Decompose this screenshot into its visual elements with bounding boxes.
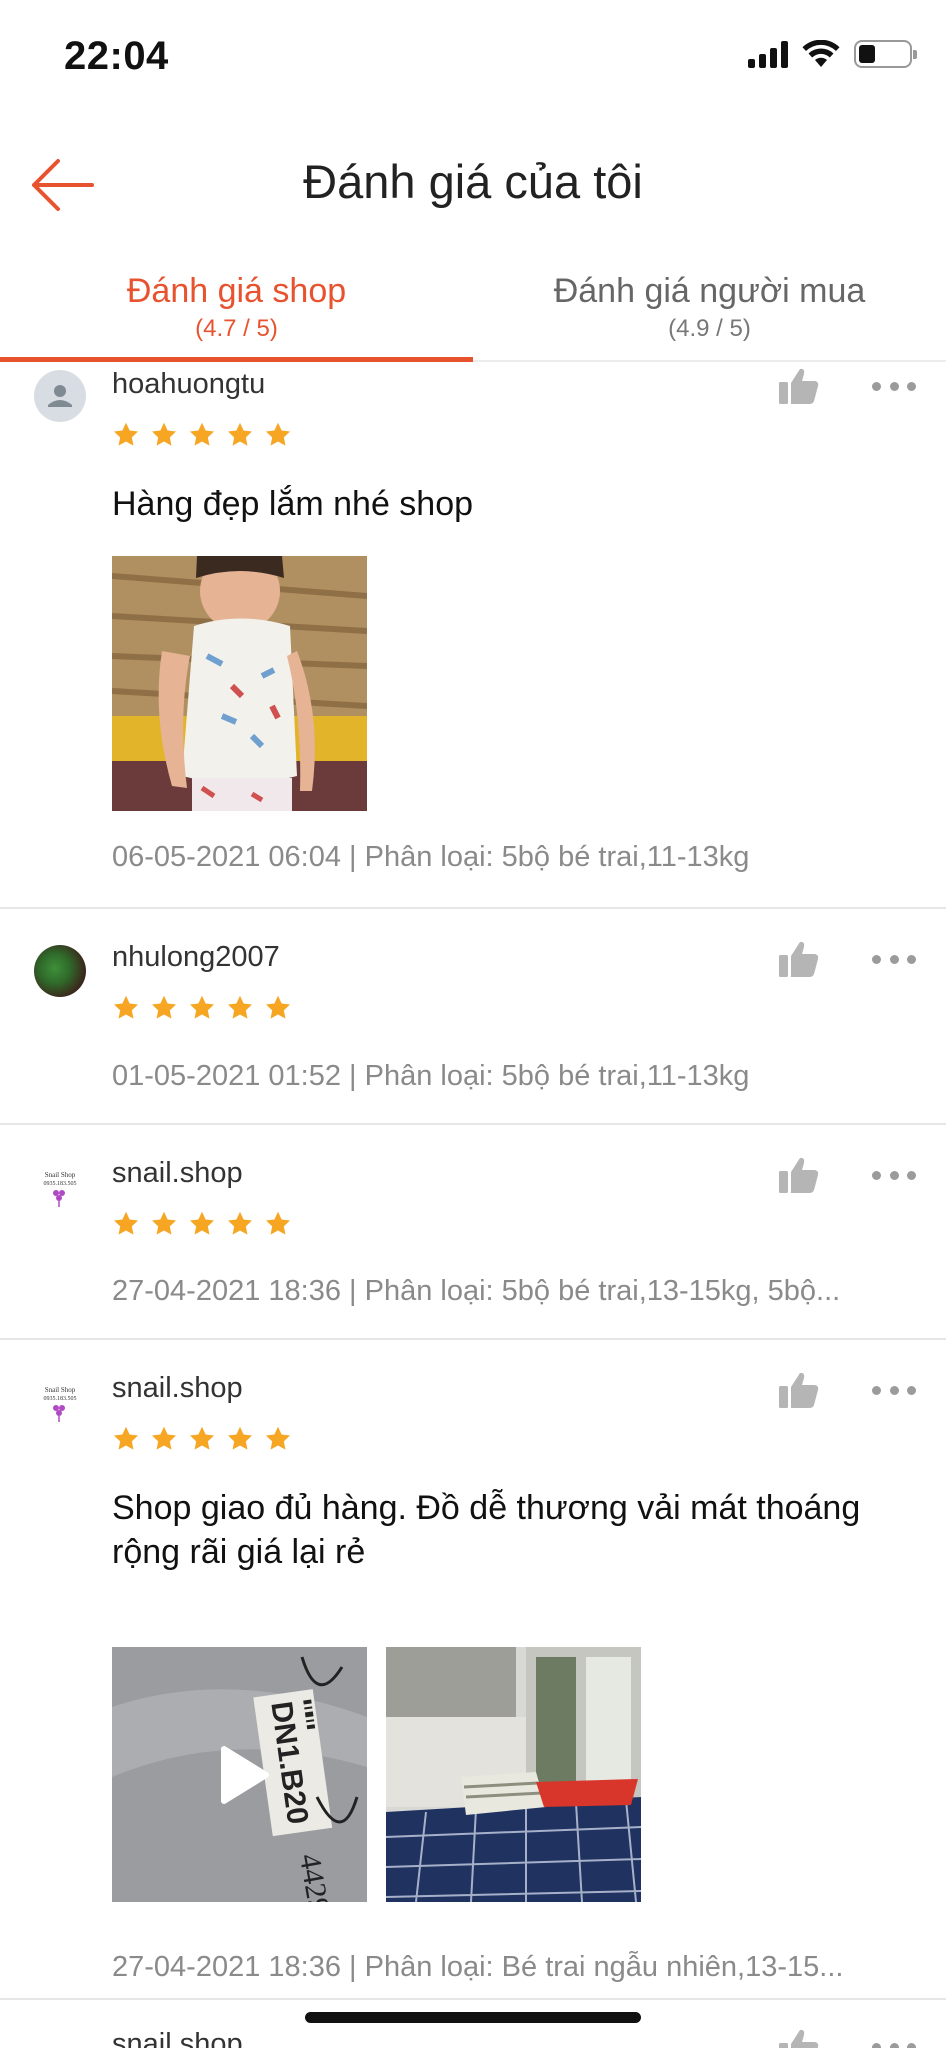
- more-options-button[interactable]: [872, 379, 916, 393]
- tab-score: (4.9 / 5): [668, 315, 751, 342]
- more-options-button[interactable]: [872, 1383, 916, 1397]
- star-icon: [151, 1211, 177, 1235]
- star-icon: [227, 995, 253, 1019]
- star-icon: [265, 995, 291, 1019]
- review-username[interactable]: nhulong2007: [112, 941, 280, 974]
- star-icon: [113, 1211, 139, 1235]
- tab-label: Đánh giá shop: [126, 272, 347, 310]
- thumbs-up-icon[interactable]: [778, 2028, 820, 2048]
- star-icon: [227, 1426, 253, 1450]
- review-meta: 01-05-2021 01:52 | Phân loại: 5bộ bé tra…: [112, 1060, 750, 1092]
- star-icon: [151, 1426, 177, 1450]
- avatar[interactable]: Snail Shop 0935.183.505: [34, 1167, 86, 1219]
- review-item: Snail Shop 0935.183.505 snail.shop 27-04…: [0, 1125, 946, 1340]
- more-options-button[interactable]: [872, 952, 916, 966]
- review-item: snail.shop: [0, 2000, 946, 2048]
- star-icon: [189, 1426, 215, 1450]
- svg-text:0935.183.505: 0935.183.505: [44, 1396, 77, 1402]
- review-comment: Shop giao đủ hàng. Đồ dễ thương vải mát …: [112, 1489, 861, 1571]
- thumbs-up-icon[interactable]: [778, 1371, 820, 1409]
- review-video[interactable]: DN1.B20 4429: [112, 1647, 367, 1902]
- review-meta: 27-04-2021 18:36 | Phân loại: 5bộ bé tra…: [112, 1275, 841, 1307]
- star-icon: [265, 1211, 291, 1235]
- star-icon: [113, 1426, 139, 1450]
- review-username[interactable]: snail.shop: [112, 1372, 243, 1405]
- home-indicator[interactable]: [305, 2012, 641, 2023]
- star-icon: [265, 1426, 291, 1450]
- svg-text:Snail Shop: Snail Shop: [45, 1171, 76, 1179]
- page-title: Đánh giá của tôi: [303, 155, 643, 208]
- tab-score: (4.7 / 5): [195, 315, 278, 342]
- tab-buyer-reviews[interactable]: Đánh giá người mua (4.9 / 5): [473, 262, 946, 360]
- star-icon: [189, 422, 215, 446]
- avatar[interactable]: [34, 370, 86, 422]
- review-item: hoahuongtu Hàng đẹp lắm nhé shop 06-05-2…: [0, 364, 946, 909]
- avatar[interactable]: Snail Shop 0935.183.505: [34, 1382, 86, 1434]
- star-icon: [227, 422, 253, 446]
- rating-stars: [112, 421, 292, 449]
- thumbs-up-icon[interactable]: [778, 367, 820, 405]
- review-username[interactable]: snail.shop: [112, 2028, 243, 2048]
- thumbs-up-icon[interactable]: [778, 940, 820, 978]
- avatar[interactable]: [34, 945, 86, 997]
- star-icon: [189, 995, 215, 1019]
- star-icon: [113, 995, 139, 1019]
- more-options-button[interactable]: [872, 2040, 916, 2048]
- tab-bar: Đánh giá shop (4.7 / 5) Đánh giá người m…: [0, 262, 946, 362]
- review-meta: 06-05-2021 06:04 | Phân loại: 5bộ bé tra…: [112, 841, 750, 873]
- cellular-signal-icon: [748, 40, 788, 68]
- wifi-icon: [802, 40, 840, 67]
- star-icon: [151, 995, 177, 1019]
- tab-label: Đánh giá người mua: [553, 272, 866, 310]
- shop-logo: Snail Shop 0935.183.505: [44, 1171, 77, 1207]
- rating-stars: [112, 1425, 292, 1453]
- star-icon: [113, 422, 139, 446]
- review-item: nhulong2007 01-05-2021 01:52 | Phân loại…: [0, 909, 946, 1125]
- battery-icon: [854, 40, 917, 68]
- status-icons: [748, 40, 917, 68]
- tab-shop-reviews[interactable]: Đánh giá shop (4.7 / 5): [0, 262, 473, 362]
- shop-logo: Snail Shop 0935.183.505: [44, 1386, 77, 1422]
- review-username[interactable]: hoahuongtu: [112, 368, 265, 401]
- star-icon: [227, 1211, 253, 1235]
- rating-stars: [112, 1210, 292, 1238]
- review-photo[interactable]: [112, 556, 367, 811]
- more-options-button[interactable]: [872, 1168, 916, 1182]
- status-bar: 22:04: [0, 0, 946, 115]
- star-icon: [151, 422, 177, 446]
- svg-text:Snail Shop: Snail Shop: [45, 1386, 76, 1394]
- review-photo[interactable]: [386, 1647, 641, 1902]
- svg-text:0935.183.505: 0935.183.505: [44, 1181, 77, 1187]
- status-time: 22:04: [64, 34, 169, 78]
- default-user-icon: [48, 385, 72, 407]
- review-comment: Hàng đẹp lắm nhé shop: [112, 485, 474, 523]
- star-icon: [189, 1211, 215, 1235]
- review-username[interactable]: snail.shop: [112, 1157, 243, 1190]
- review-meta: 27-04-2021 18:36 | Phân loại: Bé trai ng…: [112, 1951, 844, 1983]
- thumbs-up-icon[interactable]: [778, 1156, 820, 1194]
- header: Đánh giá của tôi: [0, 130, 946, 240]
- rating-stars: [112, 994, 292, 1022]
- star-icon: [265, 422, 291, 446]
- avatar[interactable]: [34, 2038, 86, 2048]
- review-item: Snail Shop 0935.183.505 snail.shop Shop …: [0, 1340, 946, 2000]
